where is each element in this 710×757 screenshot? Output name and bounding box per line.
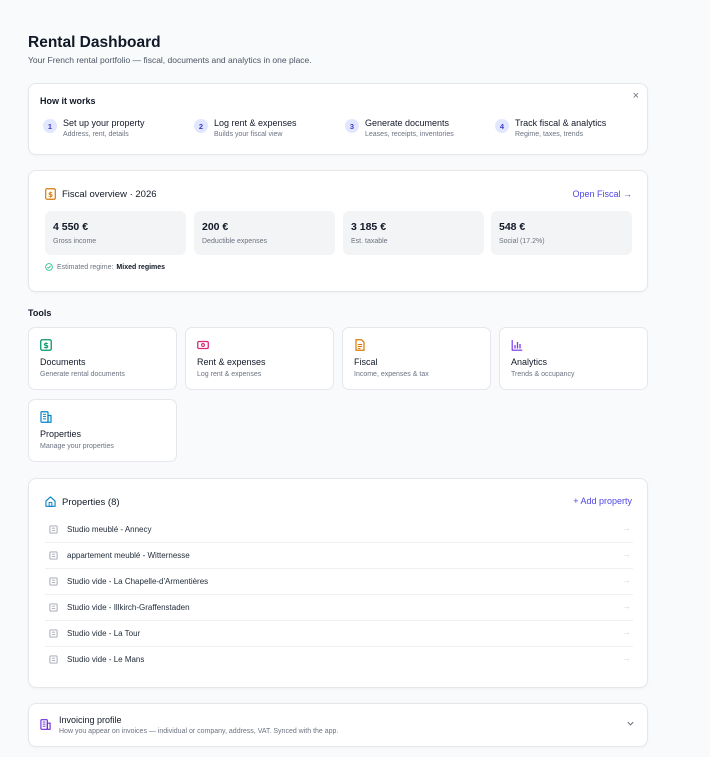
tool-title: Documents (40, 357, 86, 367)
stat-value: 548 € (499, 221, 526, 233)
tool-title: Rent & expenses (197, 357, 266, 367)
properties-card: Properties (8) + Add property Studio meu… (28, 478, 648, 688)
invoicing-profile-description: How you appear on invoices — individual … (59, 728, 339, 735)
tool-fiscal[interactable]: Fiscal Income, expenses & tax (342, 327, 491, 390)
stat-label: Est. taxable (351, 238, 388, 245)
property-name: Studio vide - Illkirch-Graffenstaden (67, 603, 190, 612)
arrow-right-icon: → (622, 549, 631, 559)
close-icon[interactable]: × (633, 90, 639, 102)
arrow-right-icon: → (622, 575, 631, 585)
stat-social: 548 € Social (17.2%) (491, 211, 632, 255)
building-icon (49, 577, 58, 586)
bar-chart-icon (511, 340, 523, 351)
document-dollar-icon: $ (40, 339, 52, 351)
stat-value: 200 € (202, 221, 229, 233)
building-icon (49, 655, 58, 664)
tool-title: Analytics (511, 357, 548, 367)
stat-deductible-expenses: 200 € Deductible expenses (194, 211, 335, 255)
arrow-right-icon: → (622, 523, 631, 533)
step-2: 2 Log rent & expenses Builds your fiscal… (194, 118, 344, 142)
tool-properties[interactable]: Properties Manage your properties (28, 399, 177, 462)
property-name: Studio vide - La Tour (67, 629, 141, 638)
stat-est-taxable: 3 185 € Est. taxable (343, 211, 484, 255)
building-icon (40, 719, 51, 730)
estimated-regime: Estimated regime: Mixed regimes (45, 263, 165, 271)
banknote-icon (197, 340, 209, 350)
building-icon (40, 411, 52, 423)
tool-rent-expenses[interactable]: Rent & expenses Log rent & expenses (185, 327, 334, 390)
step-number: 4 (495, 119, 509, 133)
tool-description: Log rent & expenses (197, 371, 262, 378)
step-1: 1 Set up your property Address, rent, de… (43, 118, 193, 142)
tool-description: Trends & occupancy (511, 371, 575, 378)
property-row[interactable]: Studio vide - Illkirch-Graffenstaden → (45, 595, 633, 621)
step-number: 3 (345, 119, 359, 133)
svg-text:$: $ (48, 190, 53, 199)
step-title: Track fiscal & analytics (515, 118, 607, 128)
home-icon (45, 496, 56, 507)
tool-description: Manage your properties (40, 443, 114, 450)
fiscal-overview-card: $ Fiscal overview · 2026 Open Fiscal → 4… (28, 170, 648, 292)
tool-documents[interactable]: $ Documents Generate rental documents (28, 327, 177, 390)
building-icon (49, 551, 58, 560)
property-row[interactable]: Studio vide - La Chapelle-d'Armentières … (45, 569, 633, 595)
building-icon (49, 629, 58, 638)
property-row[interactable]: Studio vide - La Tour → (45, 621, 633, 647)
arrow-right-icon: → (622, 653, 631, 663)
page-subtitle: Your French rental portfolio — fiscal, d… (28, 55, 312, 65)
regime-label: Estimated regime: (57, 263, 114, 271)
step-description: Builds your fiscal view (214, 131, 283, 138)
step-title: Generate documents (365, 118, 450, 128)
regime-value: Mixed regimes (116, 263, 166, 271)
property-name: Studio vide - La Chapelle-d'Armentières (67, 577, 209, 586)
step-4: 4 Track fiscal & analytics Regime, taxes… (495, 118, 645, 142)
step-description: Address, rent, details (63, 131, 129, 138)
open-fiscal-link[interactable]: Open Fiscal → (572, 189, 632, 199)
svg-text:$: $ (43, 341, 49, 350)
property-row[interactable]: Studio meublé - Annecy → (45, 517, 633, 543)
properties-title: Properties (8) (62, 497, 120, 508)
property-row[interactable]: appartement meublé - Witternesse → (45, 543, 633, 569)
building-icon (49, 603, 58, 612)
tool-title: Fiscal (354, 357, 378, 367)
tool-description: Generate rental documents (40, 371, 125, 378)
stat-label: Gross income (53, 238, 97, 245)
invoicing-profile-title: Invoicing profile (59, 715, 122, 725)
property-row[interactable]: Studio vide - Le Mans → (45, 647, 633, 673)
tool-analytics[interactable]: Analytics Trends & occupancy (499, 327, 648, 390)
stat-label: Deductible expenses (202, 238, 267, 245)
how-it-works-title: How it works (40, 96, 96, 106)
step-number: 1 (43, 119, 57, 133)
chevron-down-icon[interactable] (626, 719, 635, 728)
stat-value: 3 185 € (351, 221, 387, 233)
step-title: Log rent & expenses (214, 118, 297, 128)
building-icon (49, 525, 58, 534)
tool-title: Properties (40, 429, 82, 439)
step-description: Regime, taxes, trends (515, 131, 584, 138)
tools-heading: Tools (28, 308, 52, 318)
how-it-works-card: How it works × 1 Set up your property Ad… (28, 83, 648, 155)
step-number: 2 (194, 119, 208, 133)
property-name: Studio vide - Le Mans (67, 655, 145, 664)
check-circle-icon (45, 263, 53, 271)
step-description: Leases, receipts, inventories (365, 131, 454, 138)
stat-label: Social (17.2%) (499, 238, 545, 245)
step-title: Set up your property (63, 118, 145, 128)
add-property-button[interactable]: + Add property (573, 496, 632, 506)
fiscal-document-icon: $ (45, 188, 56, 200)
property-name: appartement meublé - Witternesse (67, 551, 190, 560)
tool-description: Income, expenses & tax (354, 371, 429, 378)
file-text-icon (355, 339, 365, 351)
stat-gross-income: 4 550 € Gross income (45, 211, 186, 255)
invoicing-profile-card[interactable]: Invoicing profile How you appear on invo… (28, 703, 648, 747)
page-title: Rental Dashboard (28, 34, 161, 51)
arrow-right-icon: → (622, 627, 631, 637)
fiscal-overview-title: Fiscal overview · 2026 (62, 189, 157, 200)
property-name: Studio meublé - Annecy (67, 525, 152, 534)
step-3: 3 Generate documents Leases, receipts, i… (345, 118, 495, 142)
stat-value: 4 550 € (53, 221, 89, 233)
arrow-right-icon: → (622, 601, 631, 611)
